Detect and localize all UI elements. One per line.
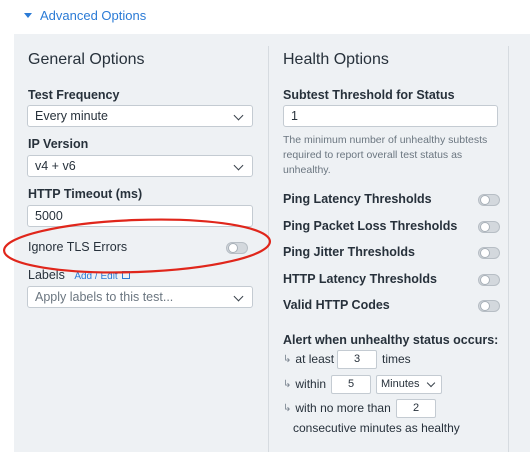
toggle-knob bbox=[480, 248, 490, 258]
subtest-threshold-help: The minimum number of unhealthy subtests… bbox=[283, 134, 488, 176]
alert-at-least-row: ↳ at least bbox=[283, 352, 334, 366]
toggle-knob bbox=[228, 243, 238, 253]
at-least-input[interactable]: 3 bbox=[337, 350, 377, 369]
chevron-down-icon bbox=[426, 378, 436, 388]
ping-latency-label: Ping Latency Thresholds bbox=[283, 192, 432, 206]
chevron-down-icon bbox=[233, 110, 244, 121]
test-frequency-value: Every minute bbox=[35, 109, 108, 123]
ping-jitter-toggle[interactable] bbox=[478, 247, 500, 259]
http-timeout-input[interactable] bbox=[27, 205, 253, 227]
within-unit-select[interactable]: Minutes bbox=[376, 375, 442, 394]
labels-select[interactable]: Apply labels to this test... bbox=[27, 286, 253, 308]
external-link-icon bbox=[122, 271, 131, 279]
add-edit-labels-link[interactable]: Add / Edit bbox=[74, 271, 131, 282]
chevron-down-icon bbox=[233, 291, 244, 302]
test-frequency-select[interactable]: Every minute bbox=[27, 105, 253, 127]
add-edit-link-text: Add / Edit bbox=[74, 271, 118, 282]
toggle-knob bbox=[480, 301, 490, 311]
labels-placeholder: Apply labels to this test... bbox=[35, 290, 174, 304]
labels-row: Labels Add / Edit bbox=[28, 268, 131, 282]
ip-version-select[interactable]: v4 + v6 bbox=[27, 155, 253, 177]
column-divider bbox=[268, 46, 269, 452]
advanced-options-label: Advanced Options bbox=[40, 8, 147, 23]
within-label: within bbox=[295, 377, 327, 391]
consecutive-label: consecutive minutes as healthy bbox=[293, 421, 460, 435]
labels-label: Labels bbox=[28, 268, 65, 282]
test-frequency-label: Test Frequency bbox=[28, 88, 120, 102]
ignore-tls-toggle[interactable] bbox=[226, 242, 248, 254]
ping-latency-toggle[interactable] bbox=[478, 194, 500, 206]
ping-packet-loss-label: Ping Packet Loss Thresholds bbox=[283, 219, 458, 233]
within-unit-value: Minutes bbox=[381, 378, 420, 390]
http-timeout-label: HTTP Timeout (ms) bbox=[28, 187, 143, 201]
ping-packet-loss-toggle[interactable] bbox=[478, 221, 500, 233]
toggle-knob bbox=[480, 222, 490, 232]
alert-within-row: ↳ within bbox=[283, 377, 326, 391]
subtest-threshold-input[interactable] bbox=[283, 105, 498, 127]
column-divider-right bbox=[508, 46, 509, 452]
health-options-title: Health Options bbox=[283, 51, 389, 68]
ip-version-value: v4 + v6 bbox=[35, 159, 76, 173]
no-more-than-label: with no more than bbox=[295, 401, 391, 415]
within-input[interactable]: 5 bbox=[331, 375, 371, 394]
no-more-than-input[interactable]: 2 bbox=[396, 399, 436, 418]
alert-no-more-than-row: ↳ with no more than bbox=[283, 401, 391, 415]
advanced-options-toggle[interactable]: Advanced Options bbox=[24, 8, 146, 23]
ip-version-label: IP Version bbox=[28, 137, 89, 151]
at-least-label: at least bbox=[295, 352, 335, 366]
times-label: times bbox=[382, 352, 411, 366]
ping-jitter-label: Ping Jitter Thresholds bbox=[283, 245, 415, 259]
valid-http-codes-label: Valid HTTP Codes bbox=[283, 298, 390, 312]
return-arrow-icon: ↳ bbox=[283, 402, 292, 414]
valid-http-codes-toggle[interactable] bbox=[478, 300, 500, 312]
http-latency-toggle[interactable] bbox=[478, 274, 500, 286]
ignore-tls-label: Ignore TLS Errors bbox=[28, 240, 128, 254]
return-arrow-icon: ↳ bbox=[283, 378, 292, 390]
alert-heading: Alert when unhealthy status occurs: bbox=[283, 333, 499, 347]
toggle-knob bbox=[480, 195, 490, 205]
return-arrow-icon: ↳ bbox=[283, 353, 292, 365]
subtest-threshold-label: Subtest Threshold for Status bbox=[283, 88, 455, 102]
chevron-down-icon bbox=[233, 160, 244, 171]
caret-down-icon bbox=[24, 13, 32, 18]
http-latency-label: HTTP Latency Thresholds bbox=[283, 272, 437, 286]
toggle-knob bbox=[480, 275, 490, 285]
general-options-title: General Options bbox=[28, 51, 145, 68]
